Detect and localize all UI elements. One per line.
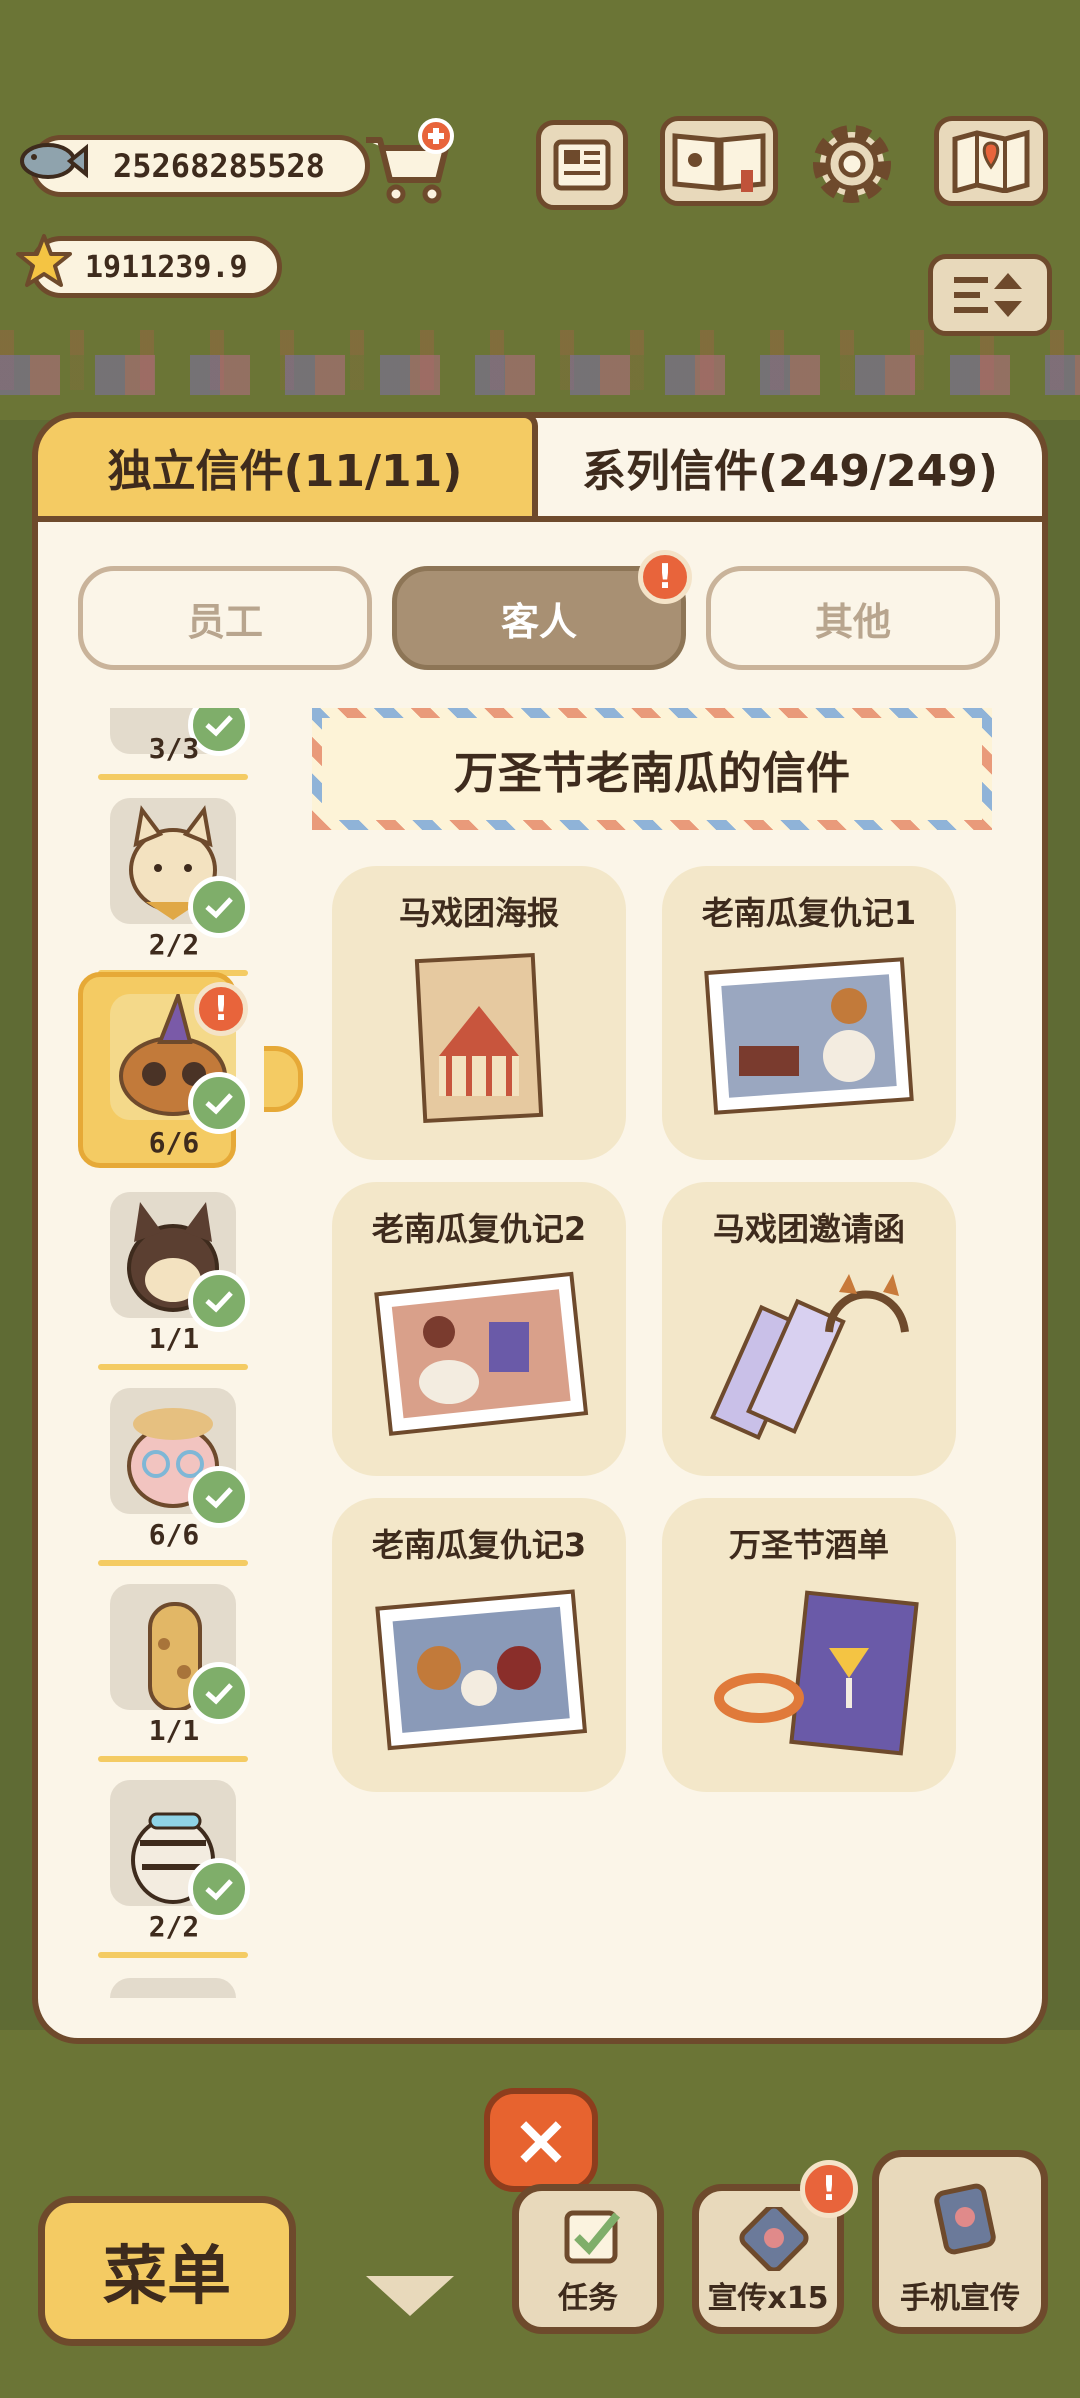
circus-invitation-image (710, 1274, 909, 1441)
letter-title: 马戏团海报 (398, 894, 559, 932)
divider (98, 1560, 248, 1566)
character-portrait (110, 1978, 236, 1998)
star-amount: 1911239.9 (85, 249, 248, 285)
character-count: 1/1 (148, 1714, 200, 1747)
fish-amount: 25268285528 (113, 147, 325, 185)
character-count: 1/1 (148, 1322, 200, 1355)
tab-individual-letters[interactable]: 独立信件(11/11) (32, 412, 538, 522)
character-count: 6/6 (148, 1518, 200, 1551)
revenge-photo-3-image (375, 1589, 588, 1751)
category-other-label: 其他 (814, 599, 891, 644)
category-guests-label: 客人 (500, 599, 577, 644)
settings-button[interactable] (806, 118, 898, 210)
character-count: 3/3 (148, 732, 200, 765)
promote-alert-badge: ! (800, 2160, 858, 2218)
map-button[interactable] (934, 116, 1048, 206)
character-count: 6/6 (148, 1126, 200, 1159)
series-title: 万圣节老南瓜的信件 (454, 748, 850, 799)
alert-mark: ! (657, 557, 673, 597)
alert-mark: ! (213, 989, 229, 1029)
menu-button[interactable]: 菜单 (38, 2196, 296, 2346)
newspaper-button[interactable] (536, 120, 628, 210)
close-button[interactable]: × (484, 2088, 598, 2192)
circus-poster-image (414, 952, 544, 1124)
close-icon: × (511, 2099, 571, 2181)
phone-promote-label: 手机宣传 (900, 2281, 1020, 2316)
revenge-photo-2-image (374, 1271, 589, 1436)
letter-card[interactable]: 马戏团海报 (332, 866, 626, 1160)
gear-icon (813, 125, 891, 203)
letter-card[interactable]: 老南瓜复仇记1 (662, 866, 956, 1160)
letter-card[interactable]: 老南瓜复仇记3 (332, 1498, 626, 1792)
alert-mark: ! (821, 2169, 837, 2209)
map-icon (952, 129, 1030, 193)
series-title-banner: 万圣节老南瓜的信件 (312, 708, 992, 830)
tab-series-letters[interactable]: 系列信件(249/249) (538, 412, 1048, 522)
letter-card[interactable]: 万圣节酒单 (662, 1498, 956, 1792)
tasks-button[interactable]: 任务 (512, 2184, 664, 2334)
book-icon (672, 133, 766, 192)
fish-icon (20, 143, 88, 179)
character-list[interactable]: 3/3 2/2 6/6 1/1 6/6 1/1 2/2 (60, 708, 260, 1998)
star-icon (16, 234, 72, 287)
guests-alert-badge: ! (638, 550, 692, 604)
halloween-menu-image (714, 1590, 919, 1756)
letter-title: 老南瓜复仇记3 (371, 1526, 587, 1564)
character-alert-badge: ! (194, 982, 248, 1036)
flowerbed-decoration (0, 355, 1080, 395)
divider (98, 1952, 248, 1958)
divider (98, 1364, 248, 1370)
tasks-label: 任务 (558, 2281, 618, 2316)
character-count: 2/2 (148, 1910, 200, 1943)
category-other[interactable]: 其他 (706, 566, 1000, 670)
category-staff-label: 员工 (186, 599, 263, 644)
letter-title: 老南瓜复仇记2 (371, 1210, 587, 1248)
category-staff[interactable]: 员工 (78, 566, 372, 670)
sort-icon (954, 273, 1022, 317)
promote-label: 宣传x15 (707, 2281, 829, 2316)
letter-title: 马戏团邀请函 (712, 1210, 905, 1248)
tab-series-label: 系列信件(249/249) (582, 446, 998, 497)
divider (98, 1756, 248, 1762)
character-count: 2/2 (148, 928, 200, 961)
phone-promo-icon (934, 2183, 996, 2255)
promo-card-icon (739, 2207, 809, 2271)
divider (98, 774, 248, 780)
scroll-down-arrow-icon[interactable] (366, 2276, 454, 2316)
tab-individual-label: 独立信件(11/11) (107, 446, 463, 497)
sort-button[interactable] (928, 254, 1052, 336)
catalog-book-button[interactable] (660, 116, 778, 206)
letter-title: 老南瓜复仇记1 (701, 894, 917, 932)
letter-title: 万圣节酒单 (728, 1526, 889, 1564)
checklist-icon (564, 2210, 621, 2264)
letter-card[interactable]: 马戏团邀请函 (662, 1182, 956, 1476)
revenge-photo-1-image (704, 957, 914, 1115)
cart-icon (366, 118, 454, 204)
newspaper-icon (553, 139, 611, 191)
letter-card[interactable]: 老南瓜复仇记2 (332, 1182, 626, 1476)
shop-cart-button[interactable] (360, 118, 456, 208)
check-icon (188, 1072, 250, 1134)
menu-label: 菜单 (103, 2240, 231, 2314)
phone-promote-button[interactable]: 手机宣传 (872, 2150, 1048, 2334)
